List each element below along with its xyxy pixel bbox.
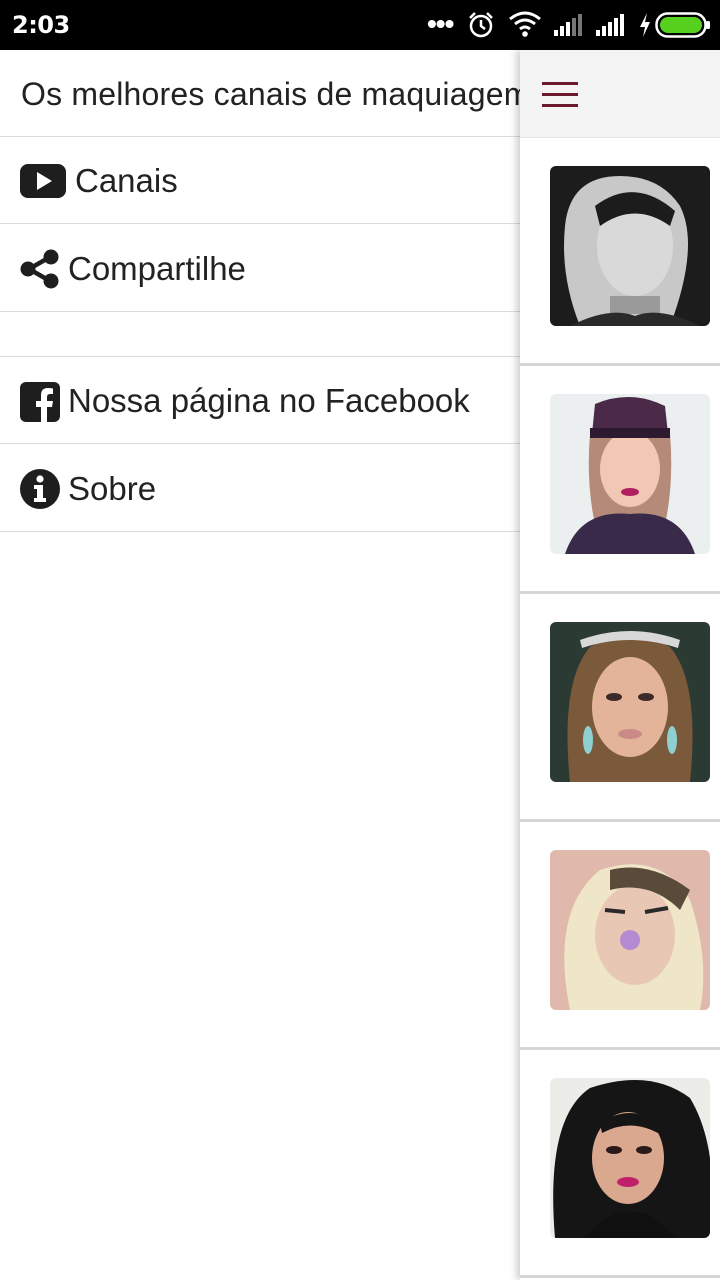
channel-card[interactable] (520, 1050, 720, 1278)
menu-item-label: Canais (75, 162, 178, 199)
charging-icon (640, 13, 650, 37)
menu-item-label: Sobre (68, 470, 157, 507)
menu-item-sobre[interactable]: Sobre (0, 444, 520, 532)
menu-item-empty[interactable] (0, 312, 520, 357)
menu-item-label: Compartilhe (68, 250, 246, 287)
channel-avatar-image (550, 850, 710, 1010)
facebook-icon (20, 382, 60, 422)
status-time: 2:03 (12, 11, 70, 39)
hamburger-icon[interactable] (542, 82, 578, 108)
menu-item-label: Nossa página no Facebook (68, 382, 470, 419)
youtube-icon (20, 164, 66, 198)
alarm-icon (469, 12, 493, 38)
signal-icon (596, 14, 624, 36)
menu-item-canais[interactable]: Canais (0, 137, 520, 224)
more-notifications-icon: ••• (427, 8, 454, 39)
menu-item-compartilhe[interactable]: Compartilhe (0, 224, 520, 312)
app-toolbar (520, 50, 720, 138)
channel-avatar-image (550, 622, 710, 782)
status-bar: 2:03 ••• (0, 0, 720, 50)
channel-avatar-image (550, 1078, 710, 1238)
signal-icon (554, 14, 582, 36)
share-icon (20, 249, 59, 289)
channel-card[interactable] (520, 366, 720, 594)
channel-avatar-image (550, 166, 710, 326)
navigation-drawer: Os melhores canais de maquiagem Canais C… (0, 50, 520, 1280)
drawer-header: Os melhores canais de maquiagem (0, 50, 520, 137)
channel-card[interactable] (520, 594, 720, 822)
channel-avatar-image (550, 394, 710, 554)
app-title: Os melhores canais de maquiagem (21, 76, 520, 112)
channels-screen (520, 50, 720, 1280)
wifi-icon (509, 11, 541, 37)
info-icon (20, 469, 60, 509)
channel-card[interactable] (520, 138, 720, 366)
menu-item-facebook[interactable]: Nossa página no Facebook (0, 357, 520, 444)
channel-card[interactable] (520, 822, 720, 1050)
battery-icon (655, 12, 710, 38)
